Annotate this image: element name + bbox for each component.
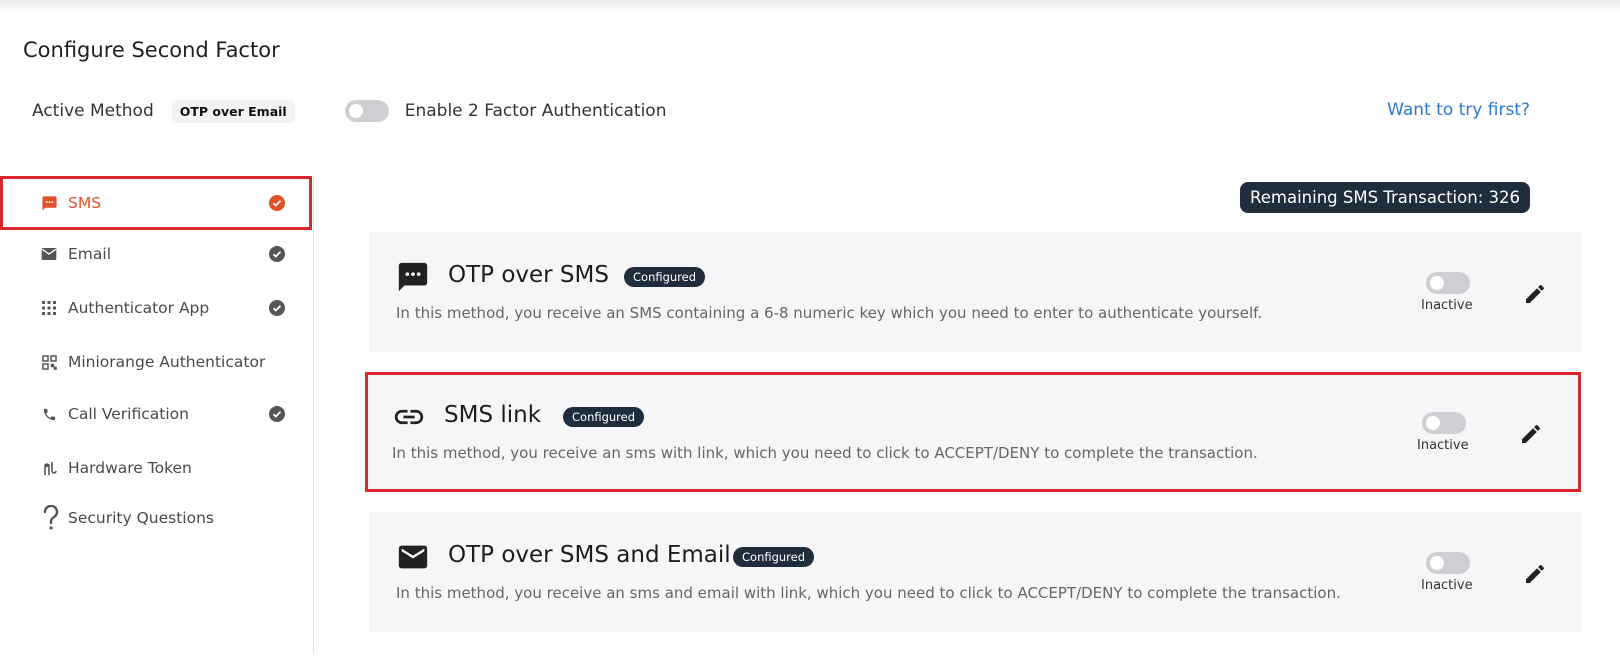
- method-card-sms-link: SMS link Configured In this method, you …: [365, 372, 1581, 492]
- edit-pencil-icon[interactable]: [1519, 422, 1543, 446]
- sidebar-item-label: Authenticator App: [68, 299, 210, 317]
- question-icon: [40, 505, 62, 531]
- method-toggle[interactable]: [1422, 412, 1466, 434]
- method-card-otp-over-sms-and-email: OTP over SMS and Email Configured In thi…: [369, 512, 1581, 632]
- envelope-icon: [396, 540, 430, 574]
- check-circle-icon: [269, 246, 285, 262]
- sidebar-item-security-questions[interactable]: Security Questions: [0, 491, 312, 545]
- active-method-chip: OTP over Email: [171, 99, 295, 123]
- method-description: In this method, you receive an SMS conta…: [396, 304, 1263, 322]
- method-description: In this method, you receive an sms and e…: [396, 584, 1341, 602]
- edit-pencil-icon[interactable]: [1523, 562, 1547, 586]
- qr-code-icon: [40, 353, 58, 371]
- grid-dots-icon: [40, 299, 58, 317]
- toggle-knob: [1430, 276, 1444, 290]
- sidebar-item-label: Hardware Token: [68, 459, 192, 477]
- active-method-label: Active Method: [32, 101, 154, 121]
- method-title: OTP over SMS and Email: [448, 542, 731, 568]
- method-status: Inactive: [1417, 438, 1469, 453]
- sms-icon: [40, 194, 58, 212]
- link-icon: [392, 400, 426, 434]
- enable-2fa-toggle[interactable]: [344, 100, 389, 122]
- phone-icon: [40, 405, 58, 423]
- sidebar-item-authenticator-app[interactable]: Authenticator App: [0, 281, 312, 335]
- check-circle-icon: [269, 406, 285, 422]
- active-method-row: Active Method OTP over Email Enable 2 Fa…: [32, 98, 666, 124]
- sms-dots-icon: [396, 260, 430, 294]
- toggle-knob: [1430, 556, 1444, 570]
- sidebar-item-miniorange-authenticator[interactable]: Miniorange Authenticator: [0, 335, 312, 389]
- enable-2fa-label: Enable 2 Factor Authentication: [404, 101, 667, 121]
- method-toggle[interactable]: [1426, 552, 1470, 574]
- sidebar-item-hardware-token[interactable]: Hardware Token: [0, 441, 312, 495]
- method-description: In this method, you receive an sms with …: [392, 444, 1258, 462]
- sidebar-item-email[interactable]: Email: [0, 227, 312, 281]
- method-card-otp-over-sms: OTP over SMS Configured In this method, …: [369, 232, 1581, 352]
- method-sidebar: SMS Email Authenticator App Miniorange A…: [0, 176, 314, 654]
- top-bar-shadow: [0, 0, 1620, 12]
- method-title: SMS link: [444, 402, 542, 428]
- check-circle-icon: [269, 195, 285, 211]
- want-to-try-first-link[interactable]: Want to try first?: [1387, 100, 1530, 120]
- sidebar-item-label: Miniorange Authenticator: [68, 353, 266, 371]
- toggle-knob: [1426, 416, 1440, 430]
- remaining-sms-badge: Remaining SMS Transaction: 326: [1240, 182, 1530, 213]
- sidebar-item-call-verification[interactable]: Call Verification: [0, 387, 312, 441]
- configured-badge: Configured: [624, 267, 706, 287]
- page-title: Configure Second Factor: [23, 38, 280, 62]
- configured-badge: Configured: [733, 547, 815, 567]
- token-icon: [40, 459, 58, 477]
- mail-icon: [40, 245, 58, 263]
- sidebar-item-label: SMS: [68, 194, 102, 212]
- edit-pencil-icon[interactable]: [1523, 282, 1547, 306]
- method-title: OTP over SMS: [448, 262, 609, 288]
- method-toggle[interactable]: [1426, 272, 1470, 294]
- sidebar-item-sms[interactable]: SMS: [0, 176, 312, 230]
- method-status: Inactive: [1421, 298, 1473, 313]
- sidebar-item-label: Security Questions: [68, 509, 214, 527]
- configured-badge: Configured: [563, 407, 645, 427]
- method-status: Inactive: [1421, 578, 1473, 593]
- toggle-knob: [348, 104, 363, 118]
- sidebar-item-label: Call Verification: [68, 405, 189, 423]
- check-circle-icon: [269, 300, 285, 316]
- sidebar-item-label: Email: [68, 245, 112, 263]
